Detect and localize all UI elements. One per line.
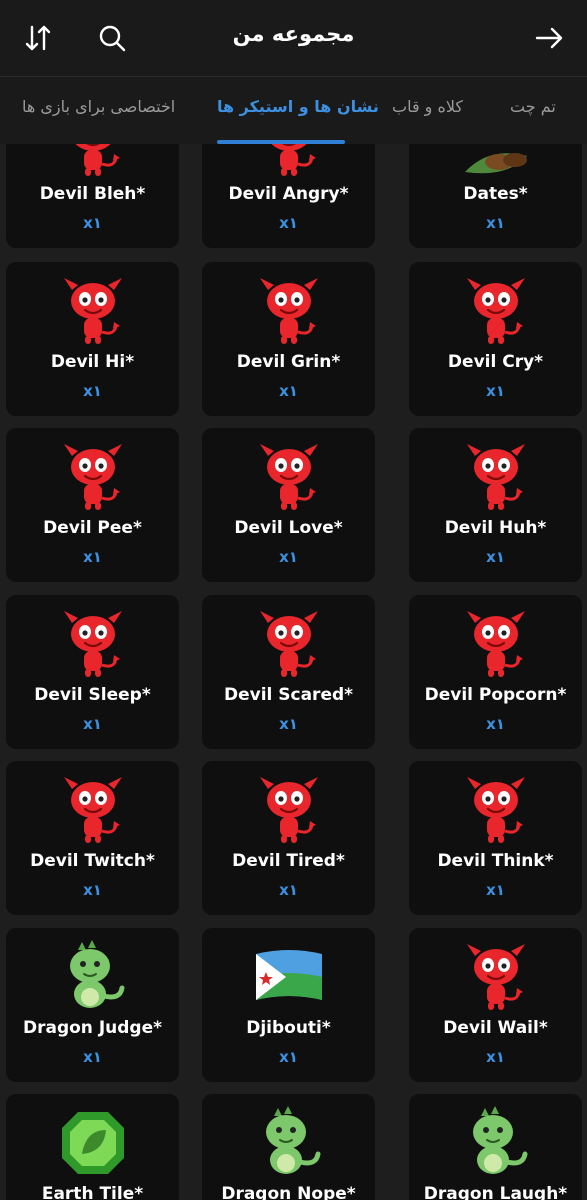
devil-bleh-icon (56, 144, 130, 180)
devil-hi-icon (56, 274, 130, 348)
tab-badges-stickers[interactable]: نشان ها و استیکر ها (217, 97, 379, 116)
devil-twitch-icon (56, 773, 130, 847)
earth-tile-icon (56, 1106, 130, 1180)
sticker-card[interactable]: Devil Tired* x۱ (202, 761, 375, 915)
sticker-card[interactable]: Devil Scared* x۱ (202, 595, 375, 749)
sticker-count: x۱ (486, 1048, 505, 1066)
sticker-card[interactable]: Dragon Nope* (202, 1094, 375, 1200)
dragon-nope-icon (252, 1106, 326, 1180)
tab-hats-frames[interactable]: کلاه و قاب (392, 97, 463, 116)
sticker-count: x۱ (83, 382, 102, 400)
arrow-right-icon[interactable] (529, 18, 569, 58)
dragon-laugh-icon (459, 1106, 533, 1180)
sticker-name: Devil Sleep* (34, 685, 151, 705)
sticker-card[interactable]: Devil Bleh* x۱ (6, 144, 179, 248)
djibouti-flag-icon (252, 940, 326, 1014)
sticker-name: Devil Cry* (447, 352, 544, 372)
sticker-card[interactable]: Dates* x۱ (409, 144, 582, 248)
sticker-card[interactable]: Devil Think* x۱ (409, 761, 582, 915)
sticker-name: Devil Tired* (232, 851, 345, 871)
sticker-count: x۱ (279, 715, 298, 733)
dragon-judge-icon (56, 940, 130, 1014)
sticker-name: Devil Angry* (228, 184, 349, 204)
sticker-count: x۱ (486, 214, 505, 232)
devil-cry-icon (459, 274, 533, 348)
sticker-count: x۱ (486, 715, 505, 733)
sticker-count: x۱ (279, 1048, 298, 1066)
dates-icon (459, 144, 533, 180)
sticker-count: x۱ (83, 1048, 102, 1066)
sticker-name: Devil Bleh* (39, 184, 146, 204)
sticker-card[interactable]: Devil Twitch* x۱ (6, 761, 179, 915)
devil-tired-icon (252, 773, 326, 847)
sticker-card[interactable]: Devil Pee* x۱ (6, 428, 179, 582)
sticker-card[interactable]: Devil Love* x۱ (202, 428, 375, 582)
sticker-name: Earth Tile* (41, 1184, 144, 1200)
tab-game-exclusive[interactable]: اختصاصی برای بازی ها (22, 97, 175, 116)
sticker-card[interactable]: Devil Cry* x۱ (409, 262, 582, 416)
sticker-name: Devil Think* (437, 851, 554, 871)
devil-pee-icon (56, 440, 130, 514)
devil-wail-icon (459, 940, 533, 1014)
sticker-count: x۱ (83, 214, 102, 232)
sticker-count: x۱ (279, 382, 298, 400)
sticker-name: Devil Huh* (444, 518, 547, 538)
sticker-name: Devil Grin* (236, 352, 341, 372)
sticker-card[interactable]: Devil Sleep* x۱ (6, 595, 179, 749)
top-bar: مجموعه من (0, 0, 587, 76)
devil-grin-icon (252, 274, 326, 348)
sticker-name: Devil Wail* (443, 1018, 548, 1038)
sticker-name: Devil Pee* (43, 518, 142, 538)
devil-popcorn-icon (459, 607, 533, 681)
devil-sleep-icon (56, 607, 130, 681)
devil-huh-icon (459, 440, 533, 514)
sticker-card[interactable]: Devil Huh* x۱ (409, 428, 582, 582)
sticker-count: x۱ (486, 382, 505, 400)
tab-chat-theme[interactable]: تم چت (510, 97, 556, 116)
devil-angry-icon (252, 144, 326, 180)
sticker-card[interactable]: Devil Popcorn* x۱ (409, 595, 582, 749)
sticker-card[interactable]: Devil Grin* x۱ (202, 262, 375, 416)
sticker-card[interactable]: Devil Wail* x۱ (409, 928, 582, 1082)
sticker-card[interactable]: Devil Angry* x۱ (202, 144, 375, 248)
sticker-card[interactable]: Dragon Judge* x۱ (6, 928, 179, 1082)
sticker-grid: Devil Bleh* x۱ Devil Angry* x۱ Dates* x۱ Devil… (0, 144, 587, 1200)
sticker-name: Djibouti* (246, 1018, 331, 1038)
page-title: مجموعه من (232, 22, 355, 46)
sticker-card[interactable]: Earth Tile* (6, 1094, 179, 1200)
sticker-count: x۱ (83, 548, 102, 566)
sticker-name: Devil Scared* (223, 685, 354, 705)
sticker-name: Dragon Laugh* (423, 1184, 568, 1200)
devil-scared-icon (252, 607, 326, 681)
devil-think-icon (459, 773, 533, 847)
devil-love-icon (252, 440, 326, 514)
sticker-name: Dragon Nope* (221, 1184, 356, 1200)
sticker-name: Devil Twitch* (30, 851, 155, 871)
sticker-count: x۱ (279, 881, 298, 899)
sticker-count: x۱ (486, 881, 505, 899)
sticker-name: Devil Popcorn* (424, 685, 567, 705)
sticker-count: x۱ (83, 715, 102, 733)
sticker-count: x۱ (83, 881, 102, 899)
sticker-name: Devil Love* (234, 518, 343, 538)
sticker-name: Dragon Judge* (22, 1018, 163, 1038)
sticker-name: Dates* (463, 184, 528, 204)
sticker-count: x۱ (486, 548, 505, 566)
sticker-card[interactable]: Djibouti* x۱ (202, 928, 375, 1082)
sticker-name: Devil Hi* (50, 352, 135, 372)
sticker-card[interactable]: Devil Hi* x۱ (6, 262, 179, 416)
sticker-count: x۱ (279, 548, 298, 566)
tab-bar: تم چت کلاه و قاب نشان ها و استیکر ها اخت… (0, 76, 587, 144)
sticker-count: x۱ (279, 214, 298, 232)
sticker-card[interactable]: Dragon Laugh* (409, 1094, 582, 1200)
